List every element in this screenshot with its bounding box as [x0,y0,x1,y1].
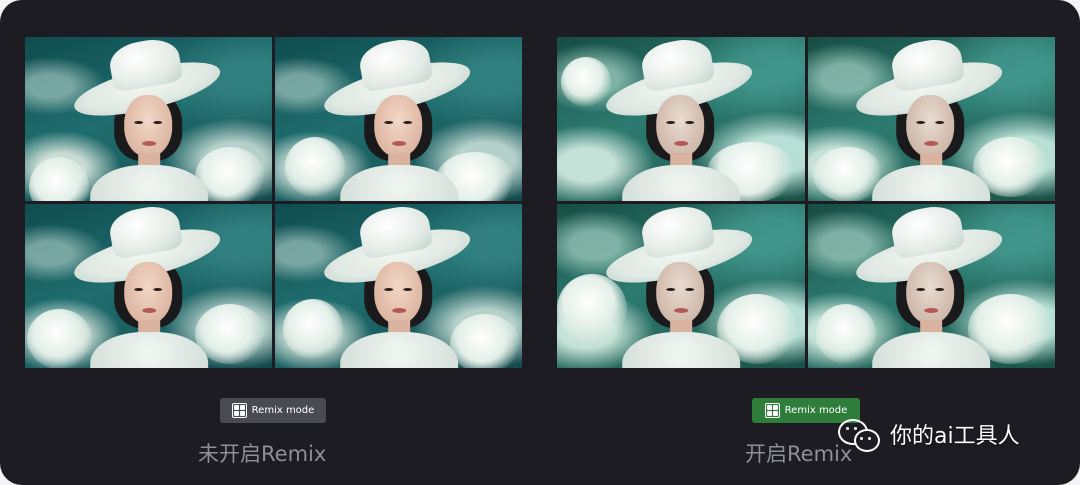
watermark: 你的ai工具人 [838,417,1020,452]
wechat-icon [838,417,882,452]
woman-figure [601,37,764,201]
remix-mode-label: Remix mode [251,405,315,416]
caption-remix-off: 未开启Remix [198,442,327,466]
generated-image-4[interactable] [807,204,1055,368]
woman-figure [319,37,482,201]
woman-figure [601,204,764,368]
generated-image-2[interactable] [275,37,522,201]
generated-image-2[interactable] [807,37,1055,201]
woman-figure [69,37,232,201]
generated-image-4[interactable] [275,204,522,368]
generated-image-1[interactable] [557,37,805,201]
generated-image-3[interactable] [557,204,805,368]
watermark-text: 你的ai工具人 [890,424,1020,449]
comparison-panel: Remix mode Remix mode 未开启Remix 开启Remix 你… [0,0,1080,485]
remix-mode-button-off[interactable]: Remix mode [220,398,326,423]
generated-image-3[interactable] [25,204,272,368]
woman-figure [319,204,482,368]
woman-figure [851,204,1014,368]
grid-icon [231,403,247,418]
woman-figure [69,204,232,368]
generated-image-1[interactable] [25,37,272,201]
caption-remix-on: 开启Remix [745,442,853,466]
remix-mode-label: Remix mode [784,405,848,416]
grid-icon [764,403,780,418]
woman-figure [851,37,1014,201]
image-grid-remix-on [557,37,1055,368]
image-grid-remix-off [25,37,522,368]
